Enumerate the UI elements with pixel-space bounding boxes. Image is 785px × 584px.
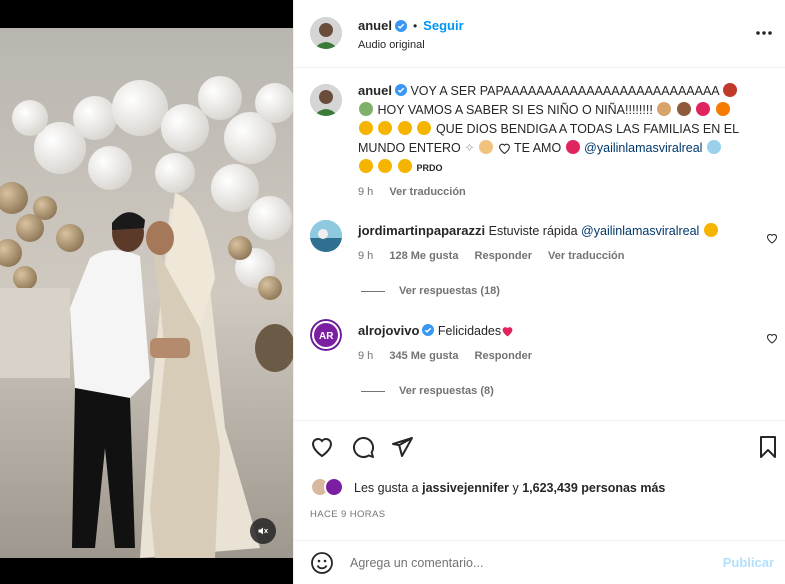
laughing-emoji-icon xyxy=(703,223,718,237)
comment-2-likes[interactable]: 345 Me gusta xyxy=(389,350,458,362)
likes-user[interactable]: jassivejennifer xyxy=(422,481,509,495)
comment-1-mention[interactable]: @yailinlamasviralreal xyxy=(581,224,699,238)
verified-icon xyxy=(422,324,435,336)
kissing-emoji-icon xyxy=(359,159,373,173)
share-icon[interactable] xyxy=(390,435,414,459)
comment-avatar[interactable]: AR xyxy=(310,319,342,351)
svg-text:AR: AR xyxy=(319,331,334,342)
view-replies-label: Ver respuestas (8) xyxy=(399,385,494,397)
likes-count[interactable]: 1,623,439 personas más xyxy=(522,481,665,495)
heart-icon[interactable] xyxy=(766,332,778,344)
post-media[interactable] xyxy=(0,0,293,584)
comments-list[interactable]: anuel VOY A SER PAPAAAAAAAAAAAAAAAAAAAAA… xyxy=(294,69,785,419)
baby-emoji-icon xyxy=(657,102,672,116)
heart-icon[interactable] xyxy=(766,232,778,244)
mute-button[interactable] xyxy=(250,518,276,544)
author-avatar[interactable] xyxy=(310,17,342,49)
kissing-emoji-icon xyxy=(378,159,393,173)
liked-by-avatars[interactable] xyxy=(310,477,350,499)
header-separator: • xyxy=(412,18,418,33)
author-username[interactable]: anuel xyxy=(358,18,392,33)
smiling-emoji-icon xyxy=(378,121,393,135)
follow-button[interactable]: Seguir xyxy=(423,18,463,33)
comment-2-username[interactable]: alrojovivo xyxy=(358,323,419,338)
post-header: anuel • Seguir Audio original xyxy=(294,0,785,68)
comment-avatar[interactable] xyxy=(310,220,342,252)
verified-icon xyxy=(394,84,407,96)
caption: anuel VOY A SER PAPAAAAAAAAAAAAAAAAAAAAA… xyxy=(358,81,758,178)
nauseated-emoji-icon xyxy=(359,102,373,116)
baby-girl-emoji-icon xyxy=(676,102,691,116)
ring-emoji-icon xyxy=(706,140,721,154)
caption-line-2: HOY VAMOS A SABER SI ES NIÑO O NIÑA!!!!!… xyxy=(377,103,653,117)
smiling-emoji-icon xyxy=(397,121,412,135)
pardo-tag: PRDO xyxy=(416,163,443,173)
smiling-emoji-icon xyxy=(417,121,432,135)
comment-2-time: 9 h xyxy=(358,350,374,362)
devil-emoji-icon xyxy=(723,83,738,97)
comment-1-text: jordimartinpaparazzi Estuviste rápida @y… xyxy=(358,221,719,241)
comment-1-reply-button[interactable]: Responder xyxy=(475,250,532,262)
replies-divider xyxy=(361,290,385,292)
smiling-emoji-icon xyxy=(359,121,373,135)
dove-emoji-icon: ✧ xyxy=(464,141,475,155)
publish-button[interactable]: Publicar xyxy=(723,555,774,570)
sparkling-heart-emoji-icon xyxy=(565,140,580,154)
post-actions: Les gusta a jassivejennifer y 1,623,439 … xyxy=(294,420,785,540)
verified-icon xyxy=(394,19,407,32)
comment-2-text: alrojovivo Felicidades xyxy=(358,321,514,341)
audio-label[interactable]: Audio original xyxy=(358,39,425,51)
caption-translate-link[interactable]: Ver traducción xyxy=(389,186,465,198)
red-heart-emoji-icon xyxy=(502,327,513,337)
post-video-frame xyxy=(0,28,293,558)
comment-1-meta: 9 h 128 Me gusta Responder Ver traducció… xyxy=(358,250,637,262)
comment-2-reply-button[interactable]: Responder xyxy=(475,350,532,362)
view-replies-label: Ver respuestas (18) xyxy=(399,285,500,297)
fire-emoji-icon xyxy=(715,102,730,116)
caption-mention[interactable]: @yailinlamasviralreal xyxy=(584,141,702,155)
caption-meta: 9 h Ver traducción xyxy=(358,186,479,198)
likes-prefix: Les gusta a xyxy=(354,481,419,495)
post-timestamp[interactable]: HACE 9 HORAS xyxy=(310,509,386,520)
post-detail-panel: anuel • Seguir Audio original anuel VOY … xyxy=(293,0,785,584)
caption-line-3: QUE DIOS BENDIGA A TODAS LAS FAMILIAS EN… xyxy=(435,122,740,136)
caption-line-4: MUNDO ENTERO xyxy=(358,141,461,155)
mute-icon xyxy=(258,527,268,535)
comment-1-translate-link[interactable]: Ver traducción xyxy=(548,250,624,262)
comment-1-view-replies[interactable]: Ver respuestas (18) xyxy=(361,285,500,297)
liker-avatar xyxy=(324,477,344,497)
caption-line-4b: TE AMO xyxy=(513,141,562,155)
caption-time: 9 h xyxy=(358,186,374,198)
comment-icon[interactable] xyxy=(351,435,375,459)
praying-hands-emoji-icon xyxy=(479,140,494,154)
comment-1-time: 9 h xyxy=(358,250,374,262)
emoji-icon[interactable] xyxy=(310,551,334,575)
caption-avatar[interactable] xyxy=(310,84,342,116)
likes-summary: Les gusta a jassivejennifer y 1,623,439 … xyxy=(354,481,665,495)
comment-input[interactable] xyxy=(350,553,710,573)
caption-line-1: VOY A SER PAPAAAAAAAAAAAAAAAAAAAAAAAAAA xyxy=(410,84,719,98)
heart-emoji-icon xyxy=(696,102,711,116)
more-options-icon[interactable] xyxy=(754,26,774,40)
comment-1-body: Estuviste rápida xyxy=(488,224,578,238)
kissing-emoji-icon xyxy=(397,159,412,173)
comment-2-view-replies[interactable]: Ver respuestas (8) xyxy=(361,385,494,397)
bookmark-icon[interactable] xyxy=(756,435,780,459)
replies-divider xyxy=(361,390,385,392)
add-comment-bar: Publicar xyxy=(294,540,785,584)
heart-icon[interactable] xyxy=(310,435,334,459)
caption-username[interactable]: anuel xyxy=(358,83,392,98)
comment-2-meta: 9 h 345 Me gusta Responder xyxy=(358,350,545,362)
white-heart-emoji-icon xyxy=(498,143,510,155)
comment-2-body: Felicidades xyxy=(437,324,502,338)
comment-1-username[interactable]: jordimartinpaparazzi xyxy=(358,223,485,238)
likes-middle: y xyxy=(512,481,519,495)
comment-1-likes[interactable]: 128 Me gusta xyxy=(389,250,458,262)
